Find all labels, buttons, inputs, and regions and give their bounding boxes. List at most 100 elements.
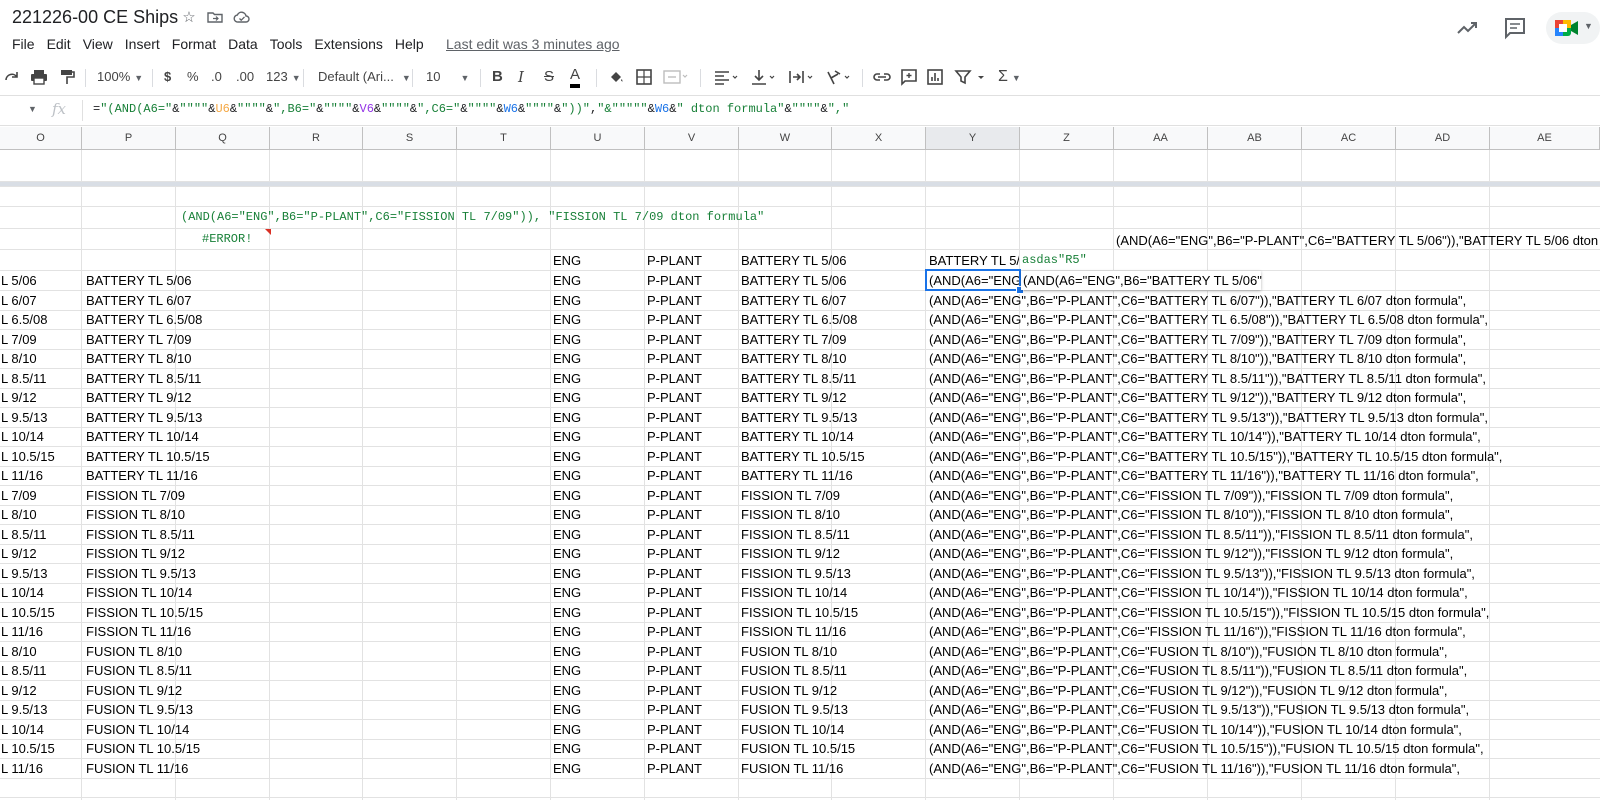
p-cell[interactable]: BATTERY TL 9.5/13 [86,408,202,427]
o-cell[interactable]: L 9/12 [1,544,79,563]
meet-button[interactable]: ▼ [1546,12,1600,44]
u-cell[interactable]: ENG [553,681,581,700]
p-cell[interactable]: FISSION TL 9/12 [86,544,185,563]
y-cell[interactable]: (AND(A6="ENG",B6="P-PLANT",C6="FISSION T… [929,603,1489,622]
p-cell[interactable]: FISSION TL 10/14 [86,583,192,602]
y-cell[interactable]: (AND(A6="ENG",B6="P-PLANT",C6="BATTERY T… [929,369,1486,388]
p-cell[interactable]: BATTERY TL 11/16 [86,466,198,485]
o-cell[interactable]: L 10/14 [1,427,79,446]
horizontal-align-icon[interactable] [713,66,741,88]
p-cell[interactable]: FUSION TL 10.5/15 [86,739,200,758]
o-cell[interactable]: L 6/07 [1,291,79,310]
w-cell[interactable]: FISSION TL 8.5/11 [741,525,850,544]
o-cell[interactable]: L 7/09 [1,330,79,349]
v-cell[interactable]: P-PLANT [647,447,702,466]
o-cell[interactable]: L 8.5/11 [1,525,79,544]
v-cell[interactable]: P-PLANT [647,622,702,641]
borders-icon[interactable] [635,66,653,88]
v-cell[interactable]: P-PLANT [647,408,702,427]
move-folder-icon[interactable] [206,9,224,27]
v-cell[interactable]: P-PLANT [647,505,702,524]
column-header-o[interactable]: O [0,127,82,149]
menu-format[interactable]: Format [172,34,216,54]
v-cell[interactable]: P-PLANT [647,700,702,719]
menu-insert[interactable]: Insert [125,34,160,54]
w-cell[interactable]: BATTERY TL 6/07 [741,291,847,310]
document-title[interactable]: 221226-00 CE Ships [12,7,178,28]
p-cell[interactable]: BATTERY TL 9/12 [86,388,192,407]
insert-link-icon[interactable] [872,66,892,88]
y-cell[interactable]: (AND(A6="ENG",B6="P-PLANT",C6="BATTERY T… [929,447,1502,466]
v-cell[interactable]: P-PLANT [647,486,702,505]
w-cell[interactable]: BATTERY TL 8/10 [741,349,847,368]
p-cell[interactable]: FISSION TL 8.5/11 [86,525,195,544]
menu-extensions[interactable]: Extensions [314,34,382,54]
p-cell[interactable]: FUSION TL 9/12 [86,681,182,700]
name-box-dropdown-icon[interactable]: ▼ [28,104,37,114]
fill-color-icon[interactable] [607,66,625,88]
p-cell[interactable]: FUSION TL 8.5/11 [86,661,192,680]
w-cell[interactable]: FISSION TL 7/09 [741,486,840,505]
u-cell[interactable]: ENG [553,642,581,661]
p-cell[interactable]: FUSION TL 10/14 [86,720,189,739]
u-cell[interactable]: ENG [553,447,581,466]
u-cell[interactable]: ENG [553,427,581,446]
w-cell[interactable]: FISSION TL 9/12 [741,544,840,563]
v-cell[interactable]: P-PLANT [647,388,702,407]
paint-format-icon[interactable] [58,66,76,88]
menu-help[interactable]: Help [395,34,424,54]
text-rotation-icon[interactable] [825,66,853,88]
u-cell[interactable]: ENG [553,271,581,290]
o-cell[interactable]: L 7/09 [1,486,79,505]
u-header-cell[interactable]: ENG [553,251,581,270]
error-cell[interactable]: #ERROR! [202,230,252,249]
o-cell[interactable]: L 11/16 [1,466,79,485]
p-cell[interactable]: BATTERY TL 7/09 [86,330,192,349]
v-cell[interactable]: P-PLANT [647,525,702,544]
v-cell[interactable]: P-PLANT [647,427,702,446]
currency-format-button[interactable]: $ [164,66,171,88]
u-cell[interactable]: ENG [553,330,581,349]
bold-button[interactable]: B [492,66,503,88]
z-green-cell[interactable]: asdas"R5" [1022,251,1087,270]
y-cell[interactable]: (AND(A6="ENG",B6="P-PLANT",C6="FUSION TL… [929,700,1469,719]
p-cell[interactable]: FISSION TL 11/16 [86,622,191,641]
p-cell[interactable]: BATTERY TL 8.5/11 [86,369,201,388]
menu-view[interactable]: View [83,34,113,54]
p-cell[interactable]: FISSION TL 8/10 [86,505,185,524]
v-cell[interactable]: P-PLANT [647,739,702,758]
column-header-x[interactable]: X [832,127,926,149]
o-cell[interactable]: L 10.5/15 [1,739,79,758]
w-cell[interactable]: FUSION TL 9/12 [741,681,837,700]
u-cell[interactable]: ENG [553,525,581,544]
v-cell[interactable]: P-PLANT [647,603,702,622]
o-cell[interactable]: L 8/10 [1,505,79,524]
w-cell[interactable]: FISSION TL 11/16 [741,622,846,641]
w-cell[interactable]: BATTERY TL 9.5/13 [741,408,857,427]
p-cell[interactable]: BATTERY TL 10/14 [86,427,199,446]
y-cell[interactable]: (AND(A6="ENG",B6="P-PLANT",C6="BATTERY T… [929,330,1466,349]
v-cell[interactable]: P-PLANT [647,544,702,563]
comments-icon[interactable] [1503,16,1527,40]
w-cell[interactable]: BATTERY TL 8.5/11 [741,369,856,388]
w-cell[interactable]: FUSION TL 10.5/15 [741,739,855,758]
column-header-p[interactable]: P [82,127,176,149]
o-cell[interactable]: L 8.5/11 [1,369,79,388]
w-cell[interactable]: BATTERY TL 9/12 [741,388,847,407]
p-cell[interactable]: BATTERY TL 6.5/08 [86,310,202,329]
y-cell[interactable]: (AND(A6="ENG",B6="P-PLANT",C6="BATTERY T… [929,408,1488,427]
menu-file[interactable]: File [12,34,35,54]
w-cell[interactable]: FISSION TL 10.5/15 [741,603,858,622]
vertical-align-icon[interactable] [750,66,778,88]
y-cell[interactable]: (AND(A6="ENG",B6="P-PLANT",C6="FUSION TL… [929,642,1447,661]
v-cell[interactable]: P-PLANT [647,661,702,680]
v-cell[interactable]: P-PLANT [647,564,702,583]
o-cell[interactable]: L 10/14 [1,720,79,739]
p-cell[interactable]: FISSION TL 7/09 [86,486,185,505]
v-header-cell[interactable]: P-PLANT [647,251,702,270]
y-cell[interactable]: (AND(A6="ENG",B6="P-PLANT",C6="BATTERY T… [929,310,1488,329]
p-cell[interactable]: FUSION TL 9.5/13 [86,700,193,719]
column-header-w[interactable]: W [739,127,832,149]
u-cell[interactable]: ENG [553,603,581,622]
p-cell[interactable]: BATTERY TL 5/06 [86,271,192,290]
